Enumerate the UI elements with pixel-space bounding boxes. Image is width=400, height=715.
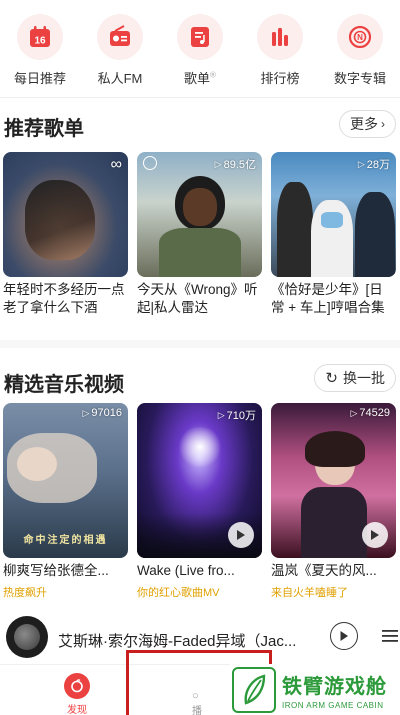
video-subtitle: 你的红心歌曲MV: [137, 587, 220, 599]
video-cover: 命中注定的相遇 ▷ 97016: [3, 403, 128, 558]
playlist-cover: ▷ 89.5亿: [137, 152, 262, 277]
play-triangle-icon: ▷: [350, 407, 358, 418]
playlist-badge: ∞: [111, 156, 122, 174]
digital-album-icon: N: [337, 14, 383, 60]
quick-nav-fm[interactable]: 私人FM: [80, 0, 160, 96]
now-playing-title: 艾斯琳·索尔海姆-Faded异域（Jac...: [58, 633, 297, 650]
playlist-cover: ∞: [3, 152, 128, 277]
video-title: 温岚《夏天的风...: [271, 563, 377, 578]
section-title-playlists: 推荐歌单: [4, 118, 84, 140]
quick-nav-digital-album[interactable]: N 数字专辑: [320, 0, 400, 96]
playlist-card[interactable]: ∞ 年轻时不多经历一点 老了拿什么下酒: [3, 152, 128, 317]
refresh-icon: ↻: [325, 370, 338, 387]
play-icon[interactable]: [362, 522, 388, 548]
playlist-badge: ▷ 28万: [358, 156, 390, 172]
quick-nav-label: 每日推荐: [13, 71, 66, 86]
video-cover: ▷ 74529: [271, 403, 396, 558]
video-cover: ▷ 710万: [137, 403, 262, 558]
playlist-cover: ▷ 28万: [271, 152, 396, 277]
leaf-icon: [232, 666, 276, 713]
watermark-text: 铁臂游戏舱 IRON ARM GAME CABIN: [282, 670, 387, 710]
play-count: 89.5亿: [223, 159, 256, 171]
playlist-title: 今天从《Wrong》听起|私人雷达: [137, 282, 258, 315]
play-button[interactable]: [330, 622, 358, 650]
refresh-label: 换一批: [343, 370, 385, 386]
quick-nav-label: 数字专辑: [333, 71, 386, 86]
video-subtitle: 来自火羊嗑睡了: [271, 587, 348, 599]
play-count: 710万: [226, 410, 256, 422]
playlist-icon: [177, 14, 223, 60]
netease-logo-icon: [64, 673, 90, 699]
play-icon: [340, 631, 348, 641]
section-title-videos: 精选音乐视频: [4, 374, 124, 396]
quick-nav-label: 私人FM: [97, 71, 143, 86]
play-icon[interactable]: [228, 522, 254, 548]
video-badge: ▷ 74529: [350, 407, 390, 419]
play-triangle-icon: ▷: [82, 407, 90, 418]
watermark-logo: 铁臂游戏舱 IRON ARM GAME CABIN: [230, 664, 400, 715]
quick-nav-charts[interactable]: 排行榜: [240, 0, 320, 96]
quick-nav-playlist[interactable]: 歌单®: [160, 0, 240, 96]
refresh-button[interactable]: ↻ 换一批: [314, 364, 396, 392]
chevron-right-icon: ›: [381, 117, 385, 131]
radio-icon: [97, 14, 143, 60]
more-button[interactable]: 更多 ›: [339, 110, 396, 138]
video-title: 柳爽写给张德全...: [3, 563, 109, 578]
section-divider: [0, 340, 400, 348]
playlist-title: 年轻时不多经历一点 老了拿什么下酒: [3, 282, 125, 315]
play-count: 97016: [91, 407, 122, 419]
playlist-queue-icon[interactable]: [380, 628, 400, 644]
play-triangle-icon: ▷: [214, 158, 222, 169]
infinity-icon: ∞: [110, 156, 122, 173]
play-triangle-icon: ▷: [357, 158, 365, 169]
calendar-icon: 16: [17, 14, 63, 60]
netease-icon: [143, 156, 157, 170]
playlist-card[interactable]: ▷ 28万 《恰好是少年》[日常 + 车上]哼唱合集: [271, 152, 396, 317]
more-label: 更多: [350, 116, 378, 132]
video-card[interactable]: ▷ 74529 温岚《夏天的风... 来自火羊嗑睡了: [271, 403, 396, 600]
video-badge: ▷ 97016: [82, 407, 122, 419]
watermark-en: IRON ARM GAME CABIN: [282, 700, 384, 710]
chart-bars-icon: [257, 14, 303, 60]
quick-nav-label: 歌单®: [184, 70, 216, 86]
divider: [0, 97, 400, 98]
video-card[interactable]: 命中注定的相遇 ▷ 97016 柳爽写给张德全... 热度飙升: [3, 403, 128, 600]
tab-discover[interactable]: 发现: [58, 673, 96, 715]
quick-nav-daily[interactable]: 16 每日推荐: [0, 0, 80, 96]
playlist-title: 《恰好是少年》[日常 + 车上]哼唱合集: [271, 282, 385, 315]
video-badge: ▷ 710万: [218, 407, 256, 423]
tab-label: 发现: [67, 705, 87, 715]
video-card[interactable]: ▷ 710万 Wake (Live fro... 你的红心歌曲MV: [137, 403, 262, 600]
play-count: 28万: [366, 159, 390, 171]
playlist-badge: ▷ 89.5亿: [215, 156, 256, 172]
playlist-card[interactable]: ▷ 89.5亿 今天从《Wrong》听起|私人雷达: [137, 152, 262, 317]
watermark-cn: 铁臂游戏舱: [282, 675, 387, 698]
album-disc[interactable]: [6, 616, 48, 658]
video-subtitle: 热度飙升: [3, 587, 47, 599]
svg-text:N: N: [357, 33, 363, 42]
svg-text:16: 16: [34, 36, 46, 47]
play-count: 74529: [359, 407, 390, 419]
quick-nav-label: 排行榜: [260, 71, 300, 86]
album-art: [14, 624, 40, 650]
video-overlay-text: 命中注定的相遇: [23, 535, 108, 546]
quick-nav: 16 每日推荐 私人FM 歌单® 排行榜 N 数字专辑: [0, 0, 400, 96]
video-title: Wake (Live fro...: [137, 563, 235, 578]
play-triangle-icon: ▷: [217, 409, 225, 420]
